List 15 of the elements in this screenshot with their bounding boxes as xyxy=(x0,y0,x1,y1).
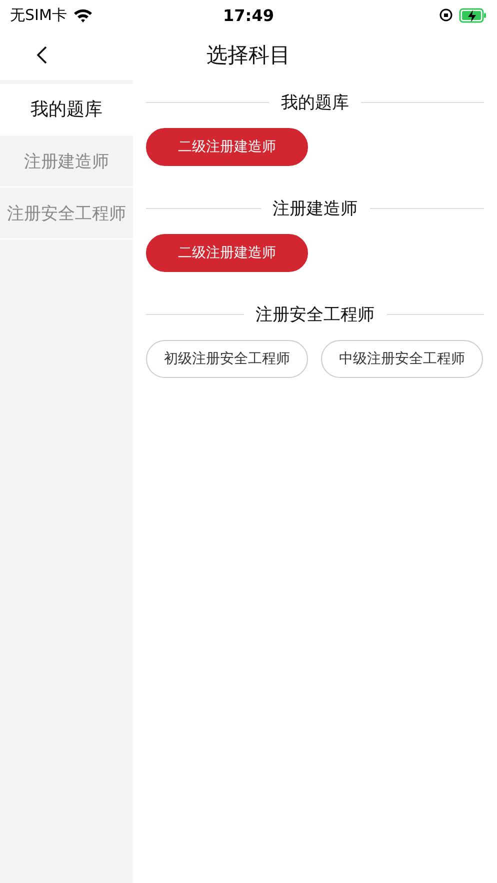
section-title: 注册建造师 xyxy=(272,198,358,220)
wifi-icon xyxy=(72,8,93,22)
rotation-lock-icon xyxy=(439,8,453,22)
subject-option[interactable]: 二级注册建造师 xyxy=(146,128,308,166)
subject-option[interactable]: 中级注册安全工程师 xyxy=(321,340,483,378)
subject-option[interactable]: 初级注册安全工程师 xyxy=(146,340,308,378)
page-title: 选择科目 xyxy=(206,42,290,69)
section-title: 注册安全工程师 xyxy=(256,304,374,326)
category-tab[interactable]: 我的题库 xyxy=(0,84,133,136)
back-icon[interactable] xyxy=(36,45,48,65)
section-title: 我的题库 xyxy=(281,92,349,114)
subject-option[interactable]: 二级注册建造师 xyxy=(146,234,308,272)
battery-charging-icon xyxy=(459,8,487,22)
carrier-text: 无SIM卡 xyxy=(10,6,67,24)
clock-time: 17:49 xyxy=(222,6,275,24)
